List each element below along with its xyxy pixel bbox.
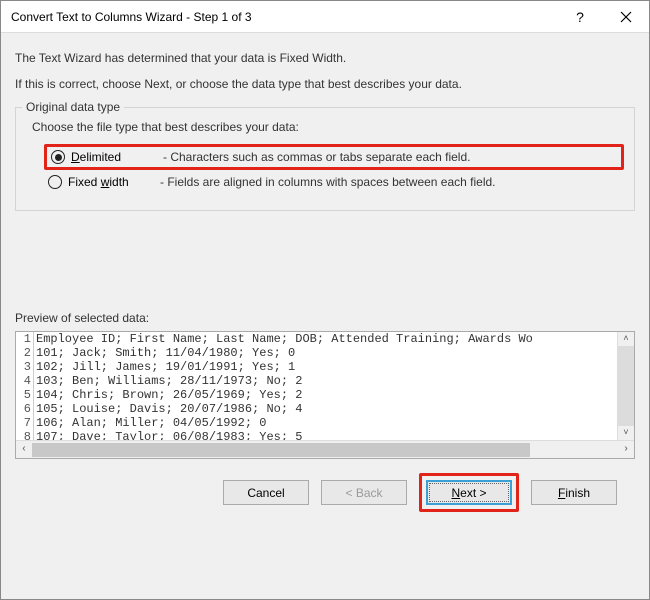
scroll-track xyxy=(618,346,634,426)
radio-fixed-width[interactable]: Fixed width - Fields are aligned in colu… xyxy=(44,172,624,192)
next-button[interactable]: Next > xyxy=(426,480,512,505)
radio-delimited-desc: - Characters such as commas or tabs sepa… xyxy=(163,150,470,164)
radio-delimited-label: Delimited xyxy=(71,150,157,164)
titlebar: Convert Text to Columns Wizard - Step 1 … xyxy=(1,1,649,33)
back-button[interactable]: < Back xyxy=(321,480,407,505)
original-data-type-group: Original data type Choose the file type … xyxy=(15,107,635,211)
horizontal-scrollbar[interactable]: ‹ › xyxy=(16,440,634,458)
radio-options: Delimited - Characters such as commas or… xyxy=(44,144,624,192)
preview-row: 104; Chris; Brown; 26/05/1969; Yes; 2 xyxy=(36,388,617,402)
finish-button[interactable]: Finish xyxy=(531,480,617,505)
radio-fixed-width-desc: - Fields are aligned in columns with spa… xyxy=(160,175,496,189)
cancel-button[interactable]: Cancel xyxy=(223,480,309,505)
scroll-thumb[interactable] xyxy=(32,443,530,457)
window-title: Convert Text to Columns Wizard - Step 1 … xyxy=(11,10,557,24)
preview-panel: 12345678 Employee ID; First Name; Last N… xyxy=(15,331,635,459)
vertical-scrollbar[interactable]: ˄ ˅ xyxy=(617,332,634,440)
intro-text-2: If this is correct, choose Next, or choo… xyxy=(15,77,635,91)
preview-line-numbers: 12345678 xyxy=(16,332,34,440)
radio-fixed-width-label: Fixed width xyxy=(68,175,154,189)
preview-row: 103; Ben; Williams; 28/11/1973; No; 2 xyxy=(36,374,617,388)
scroll-up-icon: ˄ xyxy=(618,332,634,346)
scroll-right-icon: › xyxy=(618,444,634,455)
scroll-track xyxy=(32,443,618,457)
close-button[interactable] xyxy=(603,1,649,33)
preview-row: 106; Alan; Miller; 04/05/1992; 0 xyxy=(36,416,617,430)
close-icon xyxy=(620,11,632,23)
choose-label: Choose the file type that best describes… xyxy=(32,120,624,134)
button-row: Cancel < Back Next > Finish xyxy=(15,459,635,526)
preview-label: Preview of selected data: xyxy=(15,311,635,325)
intro-text-1: The Text Wizard has determined that your… xyxy=(15,51,635,65)
preview-row: 102; Jill; James; 19/01/1991; Yes; 1 xyxy=(36,360,617,374)
preview-row: 101; Jack; Smith; 11/04/1980; Yes; 0 xyxy=(36,346,617,360)
preview-row: Employee ID; First Name; Last Name; DOB;… xyxy=(36,332,617,346)
scroll-down-icon: ˅ xyxy=(618,426,634,440)
scroll-left-icon: ‹ xyxy=(16,444,32,455)
dialog-content: The Text Wizard has determined that your… xyxy=(1,33,649,599)
next-highlight: Next > xyxy=(419,473,519,512)
preview-text: Employee ID; First Name; Last Name; DOB;… xyxy=(34,332,617,440)
wizard-dialog: Convert Text to Columns Wizard - Step 1 … xyxy=(0,0,650,600)
preview-row: 107; Dave; Taylor; 06/08/1983; Yes; 5 xyxy=(36,430,617,440)
radio-delimited[interactable]: Delimited - Characters such as commas or… xyxy=(44,144,624,170)
radio-icon xyxy=(48,175,62,189)
group-legend: Original data type xyxy=(22,100,124,114)
help-button[interactable]: ? xyxy=(557,1,603,33)
preview-row: 105; Louise; Davis; 20/07/1986; No; 4 xyxy=(36,402,617,416)
radio-icon xyxy=(51,150,65,164)
